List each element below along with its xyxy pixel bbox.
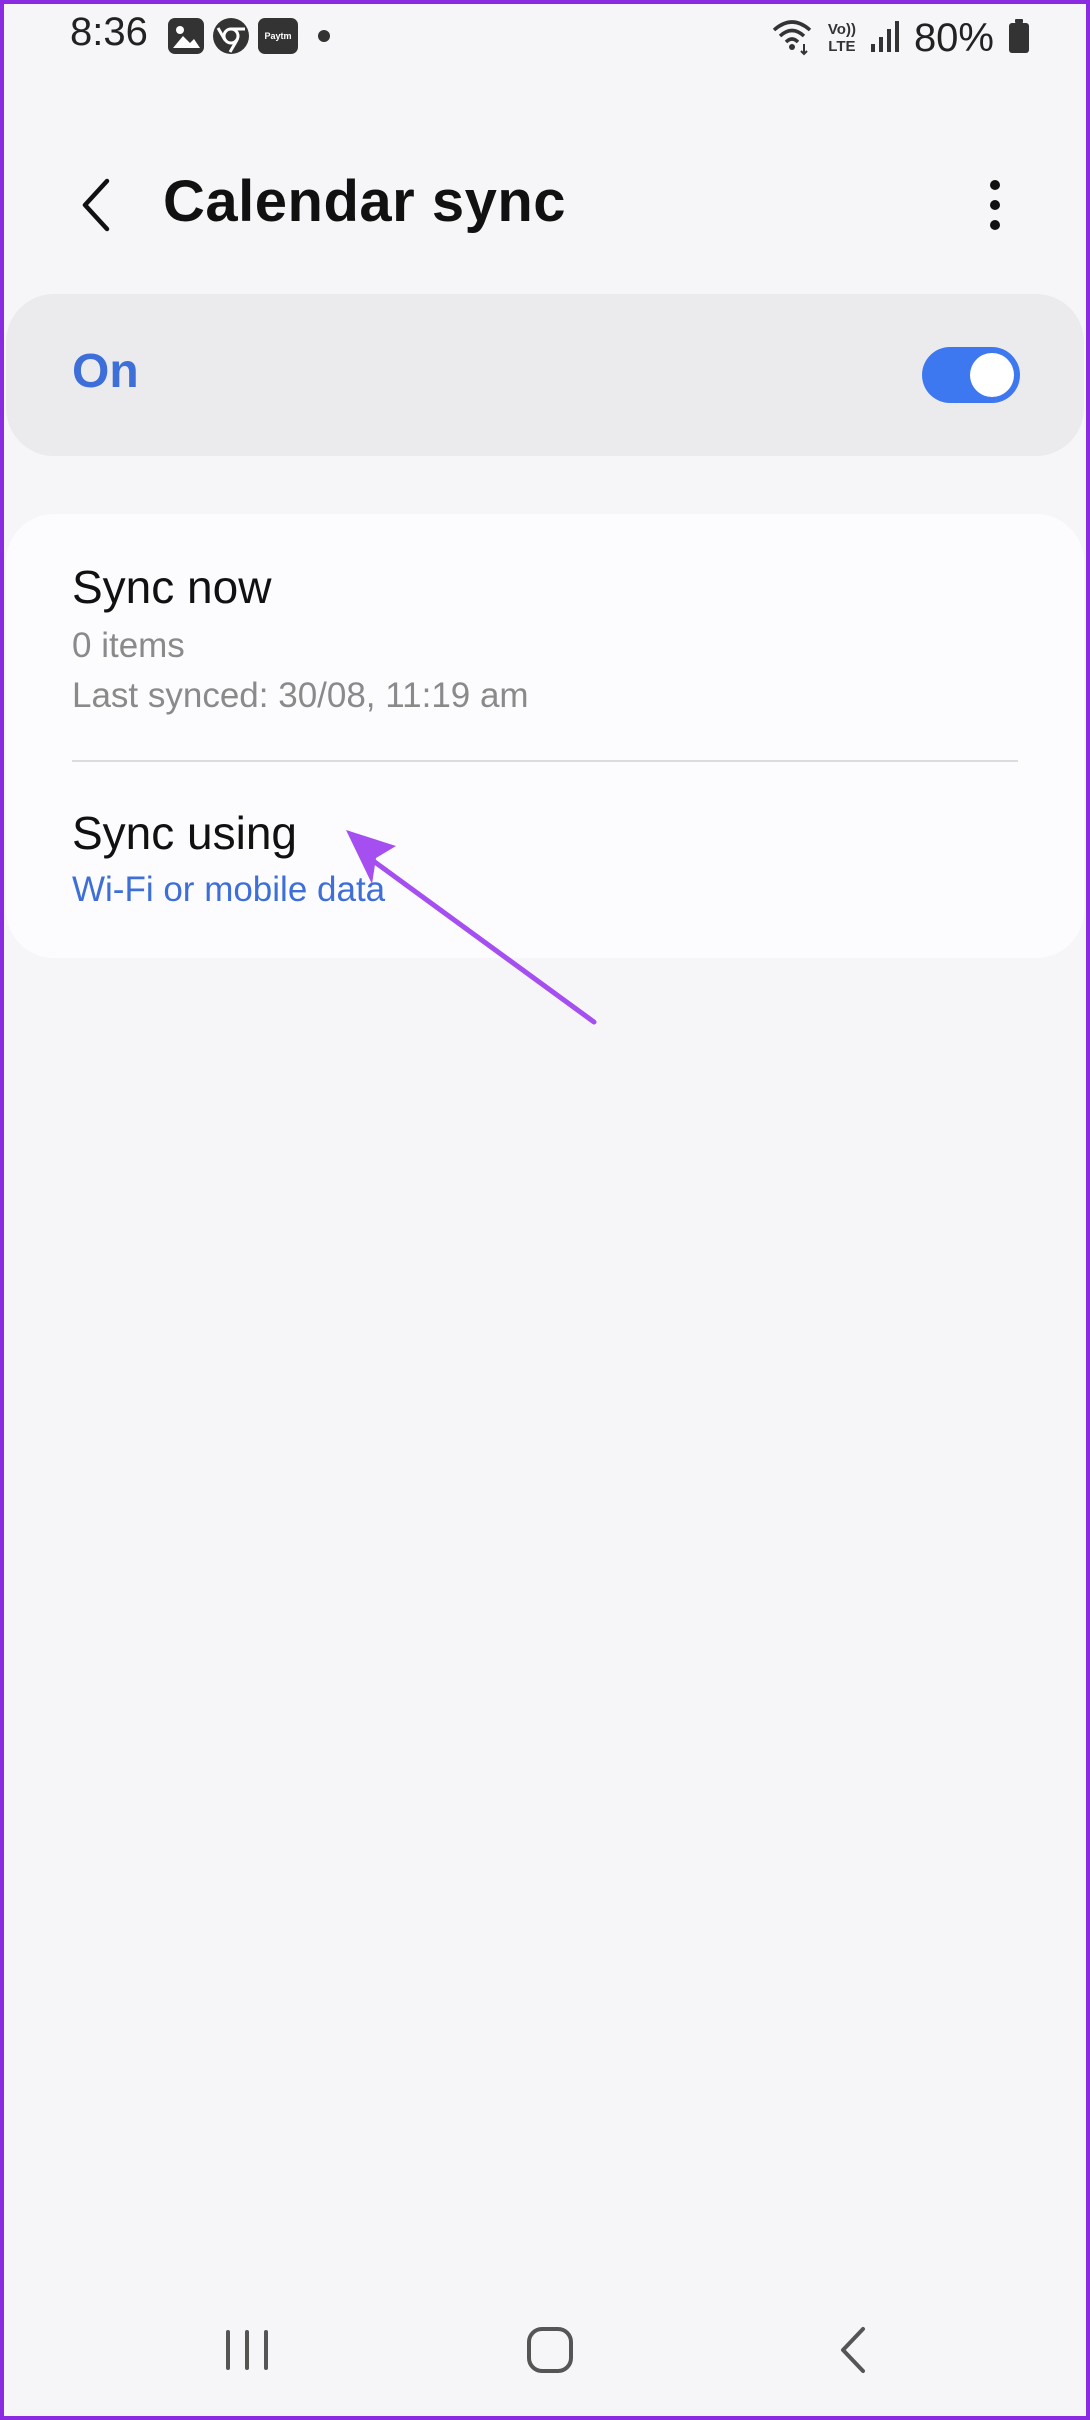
master-toggle-row[interactable]: On — [6, 294, 1084, 456]
sync-now-title: Sync now — [72, 561, 272, 613]
master-toggle-label: On — [72, 345, 139, 398]
home-icon — [527, 2327, 573, 2373]
sync-now-items: 0 items — [72, 626, 185, 665]
master-switch[interactable] — [922, 347, 1020, 403]
switch-knob — [970, 353, 1014, 397]
battery-icon — [1008, 18, 1030, 59]
sync-now-last-synced: Last synced: 30/08, 11:19 am — [72, 676, 529, 715]
paytm-label: Paytm — [264, 31, 292, 41]
more-options-button[interactable] — [960, 170, 1030, 240]
recent-apps-icon — [226, 2330, 268, 2370]
signal-icon — [870, 18, 900, 59]
more-vertical-icon — [990, 180, 1000, 230]
status-bar: 8:36 Paytm Vo)) LTE 80% — [0, 0, 1090, 76]
status-time: 8:36 — [70, 10, 148, 54]
back-button[interactable] — [60, 170, 130, 240]
paytm-icon: Paytm — [258, 18, 298, 54]
notification-dot — [318, 30, 330, 42]
gallery-icon — [168, 18, 204, 54]
sync-now-row[interactable]: Sync now 0 items Last synced: 30/08, 11:… — [6, 514, 1084, 760]
battery-percent: 80% — [913, 15, 994, 60]
sync-using-row[interactable]: Sync using Wi-Fi or mobile data — [6, 762, 1084, 958]
wifi-icon — [770, 16, 814, 61]
chrome-icon — [213, 18, 249, 54]
recent-apps-button[interactable] — [202, 2320, 292, 2380]
navigation-bar — [0, 2290, 1090, 2410]
sync-using-title: Sync using — [72, 807, 298, 859]
volte-bottom: LTE — [828, 38, 856, 55]
chevron-left-icon — [82, 178, 110, 232]
nav-back-button[interactable] — [808, 2320, 898, 2380]
volte-top: Vo)) — [827, 21, 856, 38]
app-bar: Calendar sync — [0, 150, 1090, 260]
page-title: Calendar sync — [163, 169, 567, 234]
back-icon — [841, 2327, 865, 2373]
home-button[interactable] — [505, 2320, 595, 2380]
settings-list: Sync now 0 items Last synced: 30/08, 11:… — [6, 514, 1084, 958]
sync-using-value: Wi-Fi or mobile data — [72, 870, 386, 909]
status-right: Vo)) LTE 80% — [770, 10, 1030, 66]
volte-icon: Vo)) LTE — [828, 21, 856, 55]
